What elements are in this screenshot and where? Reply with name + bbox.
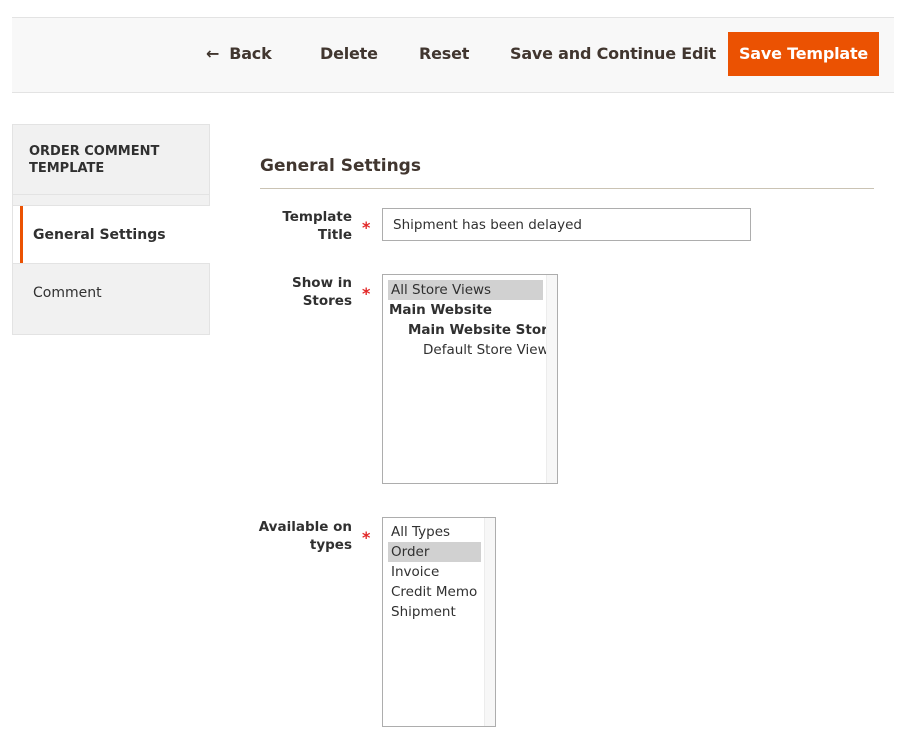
show-in-stores-label-text: Show in Stores	[291, 275, 352, 309]
available-on-types-multiselect[interactable]: All Types Order Invoice Credit Memo Ship…	[382, 517, 496, 727]
page-actions-bar: ← Back Delete Reset Save and Continue Edi…	[12, 17, 894, 93]
required-marker: *	[362, 284, 371, 303]
back-button[interactable]: ← Back	[206, 32, 272, 76]
available-on-types-label: Available on types	[192, 518, 352, 554]
sidebar-gap	[13, 195, 209, 206]
available-on-types-label-text: Available on types	[258, 519, 352, 553]
tab-general-settings[interactable]: General Settings	[13, 206, 210, 264]
required-marker: *	[362, 218, 371, 237]
reset-button[interactable]: Reset	[419, 32, 469, 76]
type-option-order[interactable]: Order	[388, 542, 481, 562]
required-marker: *	[362, 528, 371, 547]
type-option-shipment[interactable]: Shipment	[388, 602, 481, 622]
back-label: Back	[229, 44, 272, 63]
tab-comment[interactable]: Comment	[13, 264, 209, 334]
template-title-label-text: Template Title	[282, 209, 352, 243]
store-option-all-store-views[interactable]: All Store Views	[388, 280, 543, 300]
show-in-stores-label: Show in Stores	[192, 274, 352, 310]
store-option-main-website: Main Website	[389, 302, 492, 318]
type-option-credit-memo[interactable]: Credit Memo	[388, 582, 481, 602]
section-title: General Settings	[260, 156, 421, 176]
show-in-stores-multiselect[interactable]: All Store Views Main Website Main Websit…	[382, 274, 558, 484]
template-title-input[interactable]	[382, 208, 751, 241]
listbox-scrollbar[interactable]	[546, 275, 557, 483]
arrow-left-icon: ←	[206, 44, 220, 63]
listbox-scrollbar[interactable]	[484, 518, 495, 726]
store-option-default-store-view[interactable]: Default Store View	[388, 340, 549, 360]
type-option-all-types[interactable]: All Types	[388, 522, 481, 542]
save-and-continue-button[interactable]: Save and Continue Edit	[510, 32, 716, 76]
delete-button[interactable]: Delete	[320, 32, 378, 76]
type-option-invoice[interactable]: Invoice	[388, 562, 481, 582]
save-template-button[interactable]: Save Template	[728, 32, 879, 76]
template-title-label: Template Title	[192, 208, 352, 244]
store-option-main-website-store: Main Website Store	[408, 322, 557, 338]
sidebar-tabs: ORDER COMMENT TEMPLATE General Settings …	[12, 124, 210, 335]
sidebar-title: ORDER COMMENT TEMPLATE	[13, 125, 209, 195]
section-divider	[260, 188, 874, 189]
